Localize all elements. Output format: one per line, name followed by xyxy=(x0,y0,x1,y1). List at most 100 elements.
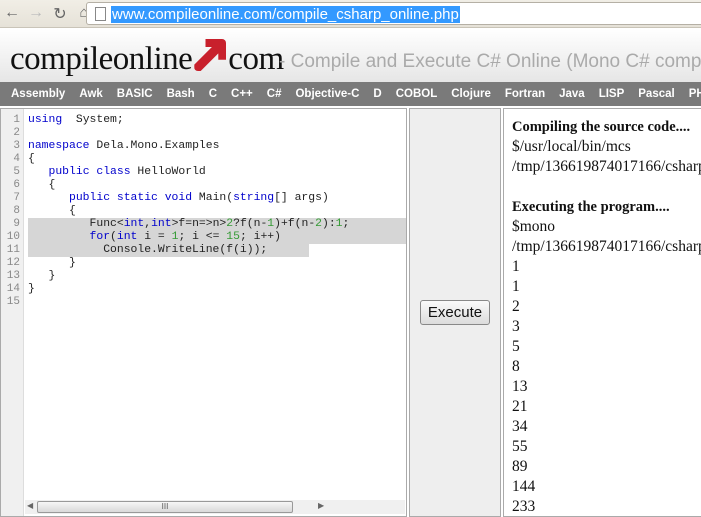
language-link[interactable]: Objective-C xyxy=(295,82,359,106)
code-line: for(int i = 1; i <= 15; i++) xyxy=(28,231,349,244)
code-token: System; xyxy=(62,114,124,126)
code-line: { xyxy=(28,179,349,192)
back-icon[interactable]: ← xyxy=(2,4,22,22)
language-link[interactable]: LISP xyxy=(599,82,625,106)
code-line: namespace Dela.Mono.Examples xyxy=(28,140,349,153)
logo-arrow-icon xyxy=(194,39,227,71)
language-link[interactable]: Assembly xyxy=(11,82,65,106)
code-token: ( xyxy=(110,231,117,243)
language-link[interactable]: COBOL xyxy=(396,82,438,106)
code-line: { xyxy=(28,205,349,218)
code-token: ; i <= xyxy=(178,231,227,243)
code-token: Main( xyxy=(192,192,234,204)
language-link[interactable]: C++ xyxy=(231,82,253,106)
result-line: 5 xyxy=(512,338,520,355)
code-token: Func< xyxy=(28,218,124,230)
line-number: 7 xyxy=(13,192,20,204)
result-line: 55 xyxy=(512,438,528,455)
line-number: 11 xyxy=(6,244,20,256)
language-link[interactable]: C xyxy=(209,82,217,106)
line-number: 3 xyxy=(13,140,20,152)
browser-toolbar: ← → ↻ ⌂ www.compileonline.com/compile_cs… xyxy=(0,0,701,28)
code-token: namespace xyxy=(28,140,90,152)
code-token: i = xyxy=(137,231,172,243)
code-token: 1 xyxy=(335,218,343,230)
code-token: ?f(n- xyxy=(233,218,268,230)
reload-icon[interactable]: ↻ xyxy=(50,4,70,24)
language-link[interactable]: Clojure xyxy=(451,82,491,106)
line-number: 13 xyxy=(6,270,20,282)
result-line: 2 xyxy=(512,298,520,315)
result-line: 144 xyxy=(512,478,536,495)
scroll-left-icon[interactable]: ◀ xyxy=(27,501,33,510)
result-line: 3 xyxy=(512,318,520,335)
language-link[interactable]: Java xyxy=(559,82,585,106)
result-line: 34 xyxy=(512,418,528,435)
language-link[interactable]: Awk xyxy=(79,82,102,106)
language-link[interactable]: BASIC xyxy=(117,82,153,106)
language-link[interactable]: Fortran xyxy=(505,82,545,106)
result-line: 233 xyxy=(512,498,536,515)
line-number: 15 xyxy=(6,296,20,308)
code-token: )+f(n- xyxy=(274,218,316,230)
code-token: using xyxy=(28,114,63,126)
scrollbar-thumb[interactable]: III xyxy=(37,501,293,513)
line-number: 10 xyxy=(6,231,20,243)
code-token: for xyxy=(89,231,111,243)
code-content[interactable]: using System; namespace Dela.Mono.Example… xyxy=(28,114,349,309)
code-token: int xyxy=(123,218,145,230)
code-token: Dela.Mono.Examples xyxy=(89,140,220,152)
execute-button[interactable]: Execute xyxy=(420,300,490,325)
exec-command: $mono xyxy=(512,218,556,235)
address-bar[interactable]: www.compileonline.com/compile_csharp_onl… xyxy=(86,2,701,25)
line-numbers: 1 2 3 4 5 6 7 8 9 10 11 12 13 14 15 xyxy=(1,109,24,516)
code-line: } xyxy=(28,283,349,296)
language-link[interactable]: Pascal xyxy=(638,82,674,106)
program-results: 1 1 2 3 5 8 13 21 34 55 89 144 233 xyxy=(512,257,701,516)
language-link[interactable]: C# xyxy=(267,82,282,106)
code-token: } xyxy=(28,283,35,295)
code-token: ; xyxy=(342,218,350,230)
logo-text: compileonline xyxy=(10,41,193,77)
result-line: 13 xyxy=(512,378,528,395)
url-text[interactable]: www.compileonline.com/compile_csharp_onl… xyxy=(111,6,460,23)
code-token: { xyxy=(28,205,76,217)
code-token: public static void xyxy=(69,192,193,204)
compile-path: /tmp/136619874017166/csharp.cs xyxy=(512,158,701,175)
code-token: int xyxy=(116,231,138,243)
code-line: using System; xyxy=(28,114,349,127)
code-token: >f=n=>n> xyxy=(171,218,227,230)
result-line: 1 xyxy=(512,278,520,295)
line-number: 12 xyxy=(6,257,20,269)
code-line: Func<int,int>f=n=>n>2?f(n-1)+f(n-2):1; xyxy=(28,218,350,231)
result-line: 21 xyxy=(512,398,528,415)
code-token: Console.WriteLine(f(i)); xyxy=(28,244,268,256)
code-line: public class HelloWorld xyxy=(28,166,349,179)
code-token: { xyxy=(28,153,35,165)
horizontal-scrollbar[interactable]: ◀ III ▶ xyxy=(25,500,405,514)
exec-path: /tmp/136619874017166/csharp.exe xyxy=(512,238,701,255)
code-line: Console.WriteLine(f(i)); xyxy=(28,244,349,257)
result-line: 89 xyxy=(512,458,528,475)
language-link[interactable]: D xyxy=(373,82,381,106)
code-line: } xyxy=(28,270,349,283)
language-link[interactable]: Bash xyxy=(167,82,195,106)
code-line: public static void Main(string[] args) xyxy=(28,192,349,205)
site-logo[interactable]: compileonline com xyxy=(10,39,284,78)
exec-heading: Executing the program.... xyxy=(512,199,670,215)
site-header: compileonline com - Compile and Execute C… xyxy=(0,29,701,82)
forward-icon[interactable]: → xyxy=(26,4,46,22)
line-number: 14 xyxy=(6,283,20,295)
language-nav: Assembly Awk BASIC Bash C C++ C# Objective-C D CO… xyxy=(0,82,701,106)
scroll-right-icon[interactable]: ▶ xyxy=(318,501,324,510)
code-line: { xyxy=(28,153,349,166)
code-token: HelloWorld xyxy=(130,166,206,178)
result-line: 8 xyxy=(512,358,520,375)
language-link[interactable]: PHP xyxy=(689,82,701,106)
code-editor[interactable]: 1 2 3 4 5 6 7 8 9 10 11 12 13 14 15 using System; names… xyxy=(0,108,407,517)
